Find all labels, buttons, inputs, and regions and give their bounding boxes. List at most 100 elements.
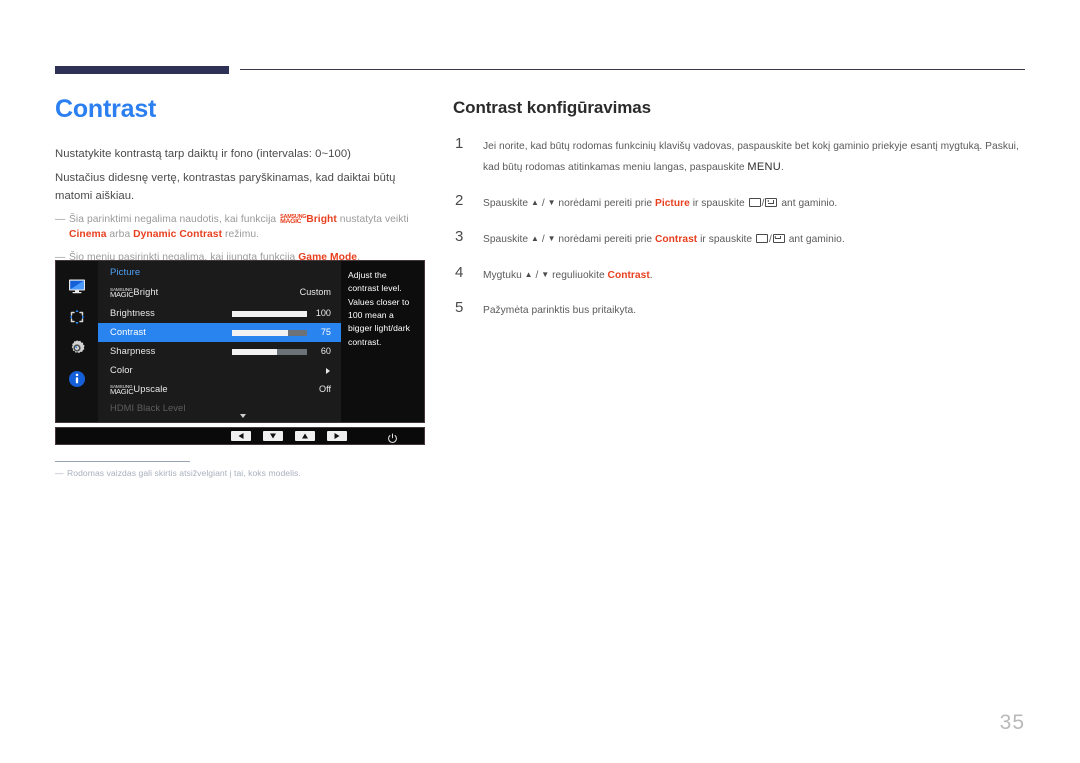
step-2-sep: /	[538, 197, 548, 209]
magic-logo-line2: MAGIC	[110, 387, 134, 396]
osd-row-magicupscale[interactable]: SAMSUNG MAGIC Upscale Off	[98, 380, 341, 399]
note-1-text-middle: nustatyta veikti	[336, 214, 409, 225]
step-text: Mygtuku ▲ / ▼ reguliuokite Contrast.	[483, 267, 1028, 286]
osd-menu-title: Picture	[110, 267, 141, 278]
samsung-magic-logo-icon: SAMSUNG MAGIC	[110, 385, 134, 396]
footnote-text: Rodomas vaizdas gali skirtis atsižvelgia…	[67, 468, 301, 478]
section-title: Contrast konfigūravimas	[453, 98, 651, 117]
step-4-part1: Mygtuku	[483, 269, 525, 281]
chevron-right-icon	[326, 368, 330, 374]
step-number: 2	[455, 191, 464, 209]
up-arrow-icon: ▲	[524, 269, 533, 279]
step-1: 1 Jei norite, kad būtų rodomas funkcinių…	[453, 135, 1028, 178]
step-2-part1: Spauskite	[483, 197, 531, 209]
footnote-rule	[55, 461, 190, 462]
osd-row-label: SAMSUNG MAGIC Bright	[110, 283, 158, 302]
contrast-slider[interactable]	[232, 329, 307, 336]
step-number: 5	[455, 299, 464, 317]
step-4-part2: reguliuokite	[549, 269, 608, 281]
step-text: Spauskite ▲ / ▼ norėdami pereiti prie Co…	[483, 233, 845, 245]
note-1-bold-bright: Bright	[306, 214, 337, 225]
left-column: Contrast Nustatykite kontrastą tarp daik…	[55, 95, 435, 265]
resize-arrows-icon	[67, 307, 87, 327]
osd-row-label: Contrast	[110, 327, 146, 337]
page-number: 35	[999, 711, 1025, 734]
step-number: 4	[455, 263, 464, 281]
osd-row-label: Brightness	[110, 308, 155, 318]
note-dash-icon: ―	[55, 214, 66, 225]
step-2-part3: ir spauskite	[689, 197, 748, 209]
down-arrow-key-icon[interactable]	[263, 431, 283, 441]
up-arrow-icon: ▲	[530, 197, 539, 207]
document-page: Contrast Nustatykite kontrastą tarp daik…	[0, 0, 1080, 763]
osd-row-label: SAMSUNG MAGIC Upscale	[110, 380, 168, 399]
up-arrow-icon: ▲	[530, 233, 539, 243]
sharpness-slider[interactable]	[232, 348, 307, 355]
osd-menu-panel: Picture SAMSUNG MAGIC Bright Custom Bright…	[98, 261, 341, 422]
osd-row-value: Custom	[299, 287, 331, 297]
samsung-magic-logo-icon: SAMSUNG MAGIC	[110, 288, 134, 299]
step-1-menu-keyword: MENU	[747, 160, 781, 173]
osd-row-sharpness[interactable]: Sharpness 60	[98, 342, 341, 361]
step-number: 3	[455, 227, 464, 245]
osd-button-bar	[55, 427, 425, 445]
osd-row-label: Sharpness	[110, 346, 156, 356]
step-number: 1	[455, 135, 464, 152]
scroll-down-caret-icon[interactable]	[240, 414, 246, 418]
up-arrow-key-icon[interactable]	[295, 431, 315, 441]
step-3-part1: Spauskite	[483, 233, 531, 245]
step-2: 2 Spauskite ▲ / ▼ norėdami pereiti prie …	[453, 191, 1028, 214]
info-icon	[67, 369, 87, 389]
note-1-bold-dynamic-contrast: Dynamic Contrast	[133, 229, 223, 241]
osd-description-panel: Adjust the contrast level. Values closer…	[341, 261, 424, 422]
magic-logo-line2: MAGIC	[280, 218, 302, 225]
osd-row-brightness[interactable]: Brightness 100	[98, 304, 341, 323]
note-1-text-before: Šia parinktimi negalima naudotis, kai fu…	[69, 214, 280, 225]
enter-key-icon	[772, 233, 785, 243]
step-2-part4: ant gaminio.	[778, 197, 838, 209]
osd-row-magicbright[interactable]: SAMSUNG MAGIC Bright Custom	[98, 283, 341, 302]
osd-row-label-text: Bright	[133, 287, 159, 297]
step-3-part3: ir spauskite	[697, 233, 755, 245]
right-arrow-key-icon[interactable]	[327, 431, 347, 441]
menu-key-icon	[748, 197, 761, 207]
osd-row-value: Off	[319, 384, 331, 394]
down-arrow-icon: ▼	[547, 233, 556, 243]
body-paragraph-2: Nustačius didesnę vertę, kontrastas pary…	[55, 172, 396, 202]
gear-icon	[67, 338, 87, 358]
osd-screenshot: Picture SAMSUNG MAGIC Bright Custom Bright…	[55, 260, 425, 445]
header-rule-line	[240, 69, 1025, 70]
header-accent-bar	[55, 66, 229, 74]
step-2-part2: norėdami pereiti prie	[555, 197, 655, 209]
step-text: Pažymėta parinktis bus pritaikyta.	[483, 305, 637, 317]
osd-row-label: HDMI Black Level	[110, 403, 186, 413]
magic-logo-line2: MAGIC	[110, 290, 134, 299]
osd-row-color[interactable]: Color	[98, 361, 341, 380]
step-2-bold-picture: Picture	[655, 197, 690, 209]
note-1-text-after: režimu.	[222, 229, 260, 241]
monitor-icon	[67, 276, 87, 296]
brightness-slider[interactable]	[232, 310, 307, 317]
note-1-bold-cinema: Cinema	[69, 229, 107, 241]
step-text: Jei norite, kad būtų rodomas funkcinių k…	[483, 138, 1028, 178]
step-3-sep: /	[538, 233, 548, 245]
power-icon[interactable]	[387, 431, 398, 443]
step-text: Spauskite ▲ / ▼ norėdami pereiti prie Pi…	[483, 197, 838, 209]
footnote-dash-icon: ―	[55, 468, 64, 478]
osd-row-value: 75	[320, 327, 331, 337]
right-column: Contrast konfigūravimas 1 Jei norite, ka…	[453, 98, 1028, 338]
osd-footnote: ― Rodomas vaizdas gali skirtis atsižvelg…	[55, 468, 455, 478]
osd-row-label: Color	[110, 365, 133, 375]
osd-sidebar	[56, 261, 98, 422]
osd-row-hdmi-black-level[interactable]: HDMI Black Level	[98, 399, 341, 418]
enter-key-icon	[765, 197, 778, 207]
osd-window: Picture SAMSUNG MAGIC Bright Custom Bright…	[55, 260, 425, 423]
step-3-part2: norėdami pereiti prie	[555, 233, 655, 245]
step-4-bold-contrast: Contrast	[607, 269, 650, 281]
samsung-magic-logo-icon: SAMSUNG MAGIC	[280, 214, 306, 225]
step-3-part4: ant gaminio.	[785, 233, 845, 245]
step-4-part3: .	[649, 269, 653, 281]
osd-row-contrast[interactable]: Contrast 75	[98, 323, 341, 342]
menu-key-icon	[755, 233, 768, 243]
left-arrow-key-icon[interactable]	[231, 431, 251, 441]
